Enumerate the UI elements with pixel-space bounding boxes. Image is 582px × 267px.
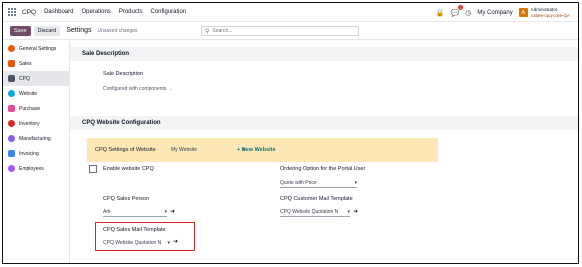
menu-operations[interactable]: Operations xyxy=(81,9,110,15)
cpq-customer-mail-template-value: CPQ Website Quotation N xyxy=(280,209,339,215)
section-sale-description: Sale Description xyxy=(70,47,578,61)
clock-icon[interactable]: ◷ xyxy=(465,9,471,17)
sidebar-item-label: CPQ xyxy=(19,75,30,82)
sales-icon xyxy=(8,60,15,67)
notification-badge: 1 xyxy=(458,4,464,10)
customer-mail-internal-link-icon[interactable]: ➜ xyxy=(353,208,358,215)
company-switcher[interactable]: My Company xyxy=(477,10,512,16)
cpq-sales-person-label: CPQ Sales Person xyxy=(103,196,150,202)
ordering-option-value: Quote with Price xyxy=(280,180,317,186)
new-website-button[interactable]: + New Website xyxy=(237,147,276,153)
cpq-settings-of-website-label: CPQ Settings of Website xyxy=(95,147,156,153)
sale-description-label: Sale Description xyxy=(103,71,144,77)
sidebar-item-sales[interactable]: Sales xyxy=(3,56,69,71)
discard-button[interactable]: Discard xyxy=(33,25,61,36)
save-button[interactable]: Save xyxy=(10,25,31,36)
sidebar-item-label: Employees xyxy=(19,165,44,172)
sidebar-item-label: Inventory xyxy=(19,120,40,127)
menu-products[interactable]: Products xyxy=(119,9,143,15)
search-box: ⚲ xyxy=(201,26,359,36)
purchase-icon xyxy=(8,105,15,112)
search-input[interactable] xyxy=(212,28,353,34)
enable-website-cpq-label: Enable website CPQ xyxy=(103,166,154,172)
cpq-icon xyxy=(8,75,15,82)
cpq-sales-person-value: Arti xyxy=(103,209,111,215)
user-menu[interactable]: Administrator v16ee-cpq-core-QA xyxy=(531,7,570,19)
chevron-down-icon: ▾ xyxy=(164,209,167,215)
chevron-down-icon: ▾ xyxy=(347,209,350,215)
ordering-option-label: Ordering Option for the Portal User xyxy=(280,166,366,172)
general-settings-icon xyxy=(8,45,15,52)
sidebar-item-invoicing[interactable]: Invoicing xyxy=(3,146,69,161)
database-name: v16ee-cpq-core-QA xyxy=(530,12,570,18)
website-icon xyxy=(8,90,15,97)
sidebar-item-label: Website xyxy=(19,90,37,97)
app-brand[interactable]: CPQ xyxy=(22,9,36,16)
lock-icon[interactable]: 🔒 xyxy=(436,9,445,17)
sidebar-item-manufacturing[interactable]: Manufacturing xyxy=(3,131,69,146)
sidebar-item-cpq[interactable]: CPQ xyxy=(3,71,69,86)
cpq-sales-mail-template-label: CPQ Sales Mail Template xyxy=(103,227,166,233)
sidebar-item-employees[interactable]: Employees xyxy=(3,161,69,176)
sales-person-internal-link-icon[interactable]: ➜ xyxy=(170,208,175,215)
cpq-sales-person-select[interactable]: Arti ▾ xyxy=(103,208,167,217)
chat-icon[interactable]: 💬 1 xyxy=(451,4,464,17)
sales-mail-internal-link-icon[interactable]: ➜ xyxy=(173,238,178,245)
enable-website-cpq-checkbox[interactable] xyxy=(89,165,97,173)
manufacturing-icon xyxy=(8,135,15,142)
sidebar-item-general-settings[interactable]: General Settings xyxy=(3,41,69,56)
menu-dashboard[interactable]: Dashboard xyxy=(44,9,73,15)
page-title: Settings xyxy=(66,27,92,34)
sidebar-item-label: Sales xyxy=(19,60,32,67)
sidebar-item-label: Invoicing xyxy=(19,150,39,157)
cpq-customer-mail-template-select[interactable]: CPQ Website Quotation N ▾ xyxy=(280,208,350,217)
sidebar-item-website[interactable]: Website xyxy=(3,86,69,101)
invoicing-icon xyxy=(8,150,15,157)
app-window: CPQ Dashboard Operations Products Config… xyxy=(2,2,579,264)
sidebar-item-label: Purchase xyxy=(19,105,41,112)
control-panel: Save Discard Settings Unsaved changes ⚲ xyxy=(3,22,578,40)
apps-grid-icon[interactable] xyxy=(8,7,17,17)
cpq-customer-mail-template-label: CPQ Customer Mail Template xyxy=(280,196,353,202)
avatar[interactable]: A xyxy=(518,8,528,17)
sidebar-item-purchase[interactable]: Purchase xyxy=(3,101,69,116)
sidebar-item-label: General Settings xyxy=(19,45,57,52)
cpq-sales-mail-template-select[interactable]: CPQ Website Quotation N ▾ xyxy=(103,238,170,247)
sidebar-item-label: Manufacturing xyxy=(19,135,51,142)
chevron-down-icon: ▾ xyxy=(354,180,357,186)
website-select-value: My Website xyxy=(171,146,198,153)
top-navbar: CPQ Dashboard Operations Products Config… xyxy=(3,3,578,22)
section-cpq-website-configuration: CPQ Website Configuration xyxy=(70,116,578,130)
employees-icon xyxy=(8,165,15,172)
configured-components-link[interactable]: Configured with components → xyxy=(103,86,173,92)
chevron-down-icon: ▾ xyxy=(167,239,170,246)
inventory-icon xyxy=(8,120,15,127)
sidebar-item-inventory[interactable]: Inventory xyxy=(3,116,69,131)
menu-configuration[interactable]: Configuration xyxy=(151,9,187,15)
ordering-option-select[interactable]: Quote with Price ▾ xyxy=(280,179,357,188)
cpq-sales-mail-template-value: CPQ Website Quotation N xyxy=(103,239,162,246)
navbar-systray: 🔒 💬 1 ◷ My Company A Administrator v16ee-… xyxy=(436,3,578,22)
search-icon: ⚲ xyxy=(205,28,210,35)
settings-content: Sale Description Sale Description Config… xyxy=(70,41,578,263)
website-select[interactable]: My Website ▾ xyxy=(171,145,245,154)
settings-sidebar: General Settings Sales CPQ Website Purch… xyxy=(3,41,70,263)
unsaved-indicator: Unsaved changes xyxy=(97,27,138,34)
